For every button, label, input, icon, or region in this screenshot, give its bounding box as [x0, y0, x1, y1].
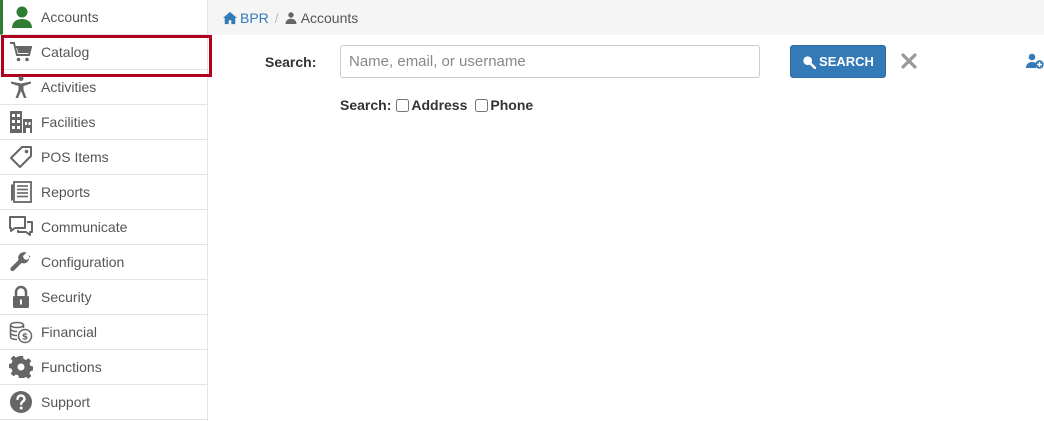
search-input[interactable]	[340, 45, 760, 78]
building-icon	[0, 105, 41, 139]
gear-icon	[0, 350, 41, 384]
phone-checkbox-label: Phone	[490, 97, 534, 113]
sidebar-item-label: Catalog	[41, 44, 90, 60]
cart-icon	[0, 35, 41, 69]
add-user-icon[interactable]	[1026, 53, 1044, 69]
sidebar-item-label: Facilities	[41, 114, 96, 130]
chat-icon	[0, 210, 41, 244]
magnifier-icon	[803, 55, 817, 69]
sidebar-item-label: Support	[41, 394, 91, 410]
home-icon	[223, 11, 237, 24]
tag-icon	[0, 140, 41, 174]
breadcrumb: BPR / Accounts	[208, 0, 1044, 35]
search-options-label: Search:	[340, 97, 392, 113]
sidebar-item-label: Configuration	[41, 254, 125, 270]
sidebar-item-label: Reports	[41, 184, 91, 200]
main-content: BPR / Accounts Search: SEARCH Search: Ad…	[208, 0, 1044, 421]
question-icon	[0, 385, 41, 419]
search-options: Search: Address Phone	[340, 97, 536, 113]
sidebar-item-communicate[interactable]: Communicate	[0, 210, 207, 245]
search-button[interactable]: SEARCH	[790, 45, 886, 78]
sidebar-item-security[interactable]: Security	[0, 280, 207, 315]
search-label: Search:	[265, 54, 317, 70]
sidebar-item-label: Activities	[41, 79, 97, 95]
address-checkbox[interactable]	[396, 98, 410, 112]
breadcrumb-home-link[interactable]: BPR	[223, 10, 269, 26]
sidebar-item-label: Functions	[41, 359, 102, 375]
coins-icon: $	[0, 315, 41, 349]
sidebar-item-label: POS Items	[41, 149, 109, 165]
user-icon	[285, 11, 297, 24]
breadcrumb-current: Accounts	[285, 9, 359, 26]
breadcrumb-current-label: Accounts	[300, 9, 359, 26]
sidebar-item-label: Security	[41, 289, 92, 305]
sidebar-item-financial[interactable]: $ Financial	[0, 315, 207, 350]
lock-icon	[0, 280, 41, 314]
user-icon	[3, 0, 41, 34]
sidebar-item-activities[interactable]: Activities	[0, 70, 207, 105]
sidebar-item-label: Financial	[41, 324, 98, 340]
sidebar-item-support[interactable]: Support	[0, 385, 207, 420]
phone-checkbox[interactable]	[475, 98, 489, 112]
sidebar-item-label: Communicate	[41, 219, 128, 235]
sidebar-item-functions[interactable]: Functions	[0, 350, 207, 385]
sidebar-item-catalog[interactable]: Catalog	[0, 35, 212, 77]
sidebar-item-label: Accounts	[41, 9, 99, 25]
sidebar-item-accounts[interactable]: Accounts	[0, 0, 207, 35]
breadcrumb-home-label: BPR	[240, 9, 269, 26]
sidebar-nav: Accounts Catalog Activities Facilities P…	[0, 0, 212, 421]
breadcrumb-separator: /	[274, 9, 279, 26]
sidebar-item-reports[interactable]: Reports	[0, 175, 207, 210]
sidebar-item-pos-items[interactable]: POS Items	[0, 140, 207, 175]
reports-icon	[0, 175, 41, 209]
address-checkbox-label: Address	[411, 97, 468, 113]
sidebar-item-facilities[interactable]: Facilities	[0, 105, 207, 140]
person-figure-icon	[0, 70, 41, 104]
close-icon[interactable]	[900, 52, 918, 70]
svg-text:$: $	[21, 333, 27, 343]
search-button-label: SEARCH	[819, 54, 874, 69]
wrench-icon	[0, 245, 41, 279]
sidebar-item-configuration[interactable]: Configuration	[0, 245, 207, 280]
